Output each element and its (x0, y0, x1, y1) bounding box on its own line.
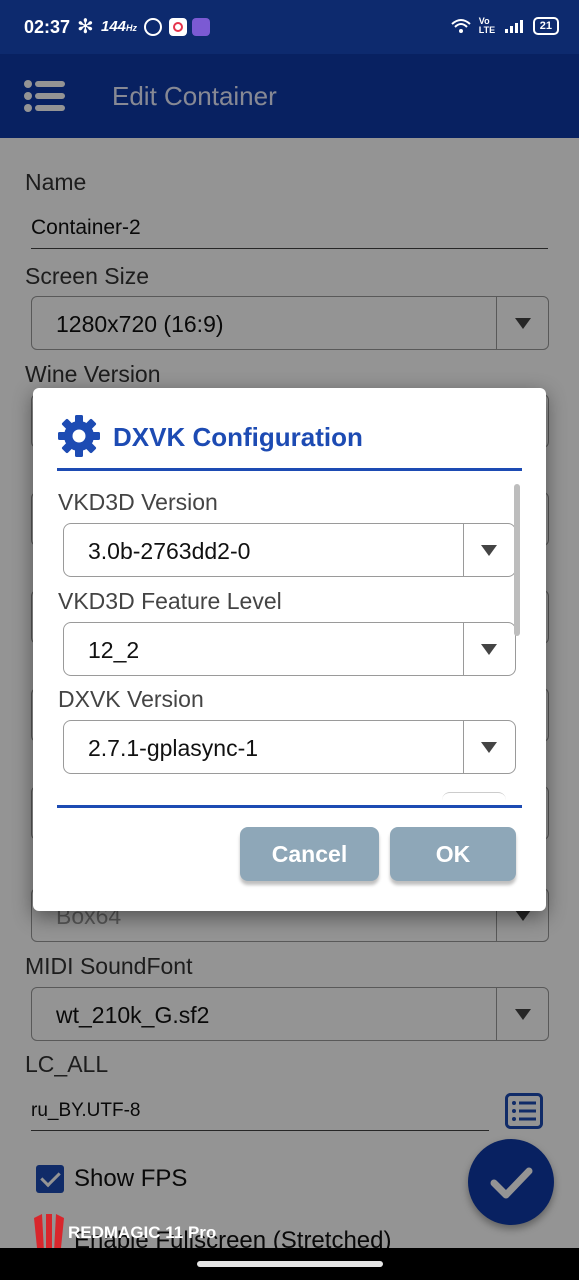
dialog-footer-divider (57, 805, 522, 808)
dialog-scrollbar[interactable] (514, 484, 520, 636)
vkd3d-version-label: VKD3D Version (58, 489, 218, 515)
navigation-bar (0, 1248, 579, 1280)
dxvk-configuration-dialog: DXVK Configuration VKD3D Version 3.0b-27… (33, 388, 546, 911)
dialog-scroll-area[interactable]: VKD3D Version 3.0b-2763dd2-0 VKD3D Featu… (57, 472, 522, 804)
status-indicators: Vo LTE 21 (451, 17, 559, 35)
notification-icon (144, 18, 162, 36)
dxvk-version-select[interactable]: 2.7.1-gplasync-1 (63, 720, 516, 774)
refresh-rate-value: 144 (101, 18, 127, 35)
vkd3d-feature-level-select[interactable]: 12_2 (63, 622, 516, 676)
fan-icon: ✻ (77, 16, 94, 38)
refresh-rate-unit: Hz (126, 23, 138, 33)
vkd3d-feature-level-value: 12_2 (88, 637, 140, 663)
dxvk-version-label: DXVK Version (58, 686, 204, 712)
wifi-icon (451, 19, 471, 33)
signal-icon (504, 20, 523, 33)
cancel-button[interactable]: Cancel (240, 827, 379, 881)
app-notification-icon (169, 18, 187, 36)
refresh-rate: 144Hz (101, 18, 137, 35)
home-gesture-handle[interactable] (197, 1261, 383, 1267)
vkd3d-feature-level-label: VKD3D Feature Level (58, 588, 282, 614)
chevron-down-icon (463, 623, 515, 675)
dialog-title-divider (57, 468, 522, 471)
chevron-down-icon (463, 721, 515, 773)
gear-icon (58, 415, 100, 457)
vkd3d-version-value: 3.0b-2763dd2-0 (88, 538, 251, 564)
device-brand-text: REDMAGIC 11 Pro (68, 1223, 217, 1242)
network-type: Vo LTE (478, 16, 496, 35)
dxvk-version-value: 2.7.1-gplasync-1 (88, 735, 259, 761)
battery-icon: 21 (532, 17, 559, 35)
chevron-down-icon (463, 524, 515, 576)
status-bar: 02:37 ✻ 144Hz Vo LTE 21 (0, 0, 579, 54)
ok-button[interactable]: OK (390, 827, 516, 881)
dialog-title: DXVK Configuration (113, 422, 363, 452)
viber-icon (192, 18, 210, 36)
vkd3d-version-select[interactable]: 3.0b-2763dd2-0 (63, 523, 516, 577)
next-field-peek (442, 792, 506, 802)
status-time: 02:37 (24, 17, 71, 37)
